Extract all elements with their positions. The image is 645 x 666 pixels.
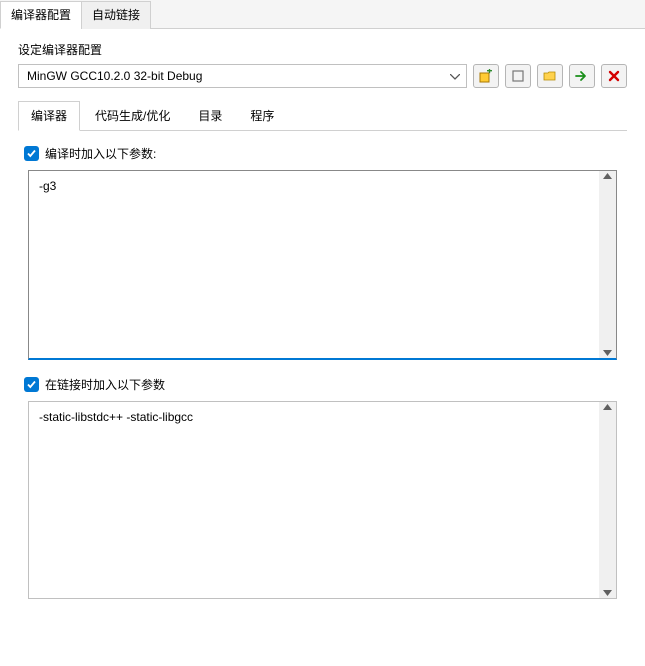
compile-args-textarea[interactable] [29,171,598,358]
inner-tabs: 编译器 代码生成/优化 目录 程序 [18,100,627,131]
link-args-textarea[interactable] [29,402,598,598]
delete-config-button[interactable] [601,64,627,88]
scroll-up-icon [603,173,612,179]
link-args-checkbox[interactable] [24,377,39,392]
tab-program[interactable]: 程序 [237,101,287,131]
compiler-select[interactable]: MinGW GCC10.2.0 32-bit Debug [18,64,467,88]
tab-compiler[interactable]: 编译器 [18,101,80,131]
plus-puzzle-icon [479,69,493,83]
tab-directory[interactable]: 目录 [185,101,235,131]
add-config-button[interactable] [473,64,499,88]
check-icon [26,148,37,159]
compiler-select-value: MinGW GCC10.2.0 32-bit Debug [27,69,202,83]
link-args-label: 在链接时加入以下参数 [45,376,165,393]
set-compiler-config-label: 设定编译器配置 [18,41,627,58]
tab-codegen[interactable]: 代码生成/优化 [82,101,183,131]
tab-auto-link[interactable]: 自动链接 [81,1,151,29]
outer-tabs: 编译器配置 自动链接 [0,0,645,29]
compiler-tab-content: 编译时加入以下参数: 在链接时加入以下参数 [18,131,627,625]
compile-args-checkbox[interactable] [24,146,39,161]
scroll-down-icon [603,590,612,596]
link-args-check-row: 在链接时加入以下参数 [24,376,617,393]
compile-args-textarea-wrap [28,170,617,360]
scroll-down-icon [603,350,612,356]
close-x-icon [607,69,621,83]
check-icon [26,379,37,390]
rename-icon [511,69,525,83]
compile-args-label: 编译时加入以下参数: [45,145,156,162]
scroll-up-icon [603,404,612,410]
scrollbar[interactable] [599,402,616,598]
compile-args-check-row: 编译时加入以下参数: [24,145,617,162]
folder-icon [543,69,557,83]
next-config-button[interactable] [569,64,595,88]
tab-compiler-config[interactable]: 编译器配置 [0,1,82,29]
link-args-textarea-wrap [28,401,617,599]
arrow-right-icon [575,69,589,83]
compiler-config-panel: 设定编译器配置 MinGW GCC10.2.0 32-bit Debug [0,29,645,637]
open-folder-button[interactable] [537,64,563,88]
rename-config-button[interactable] [505,64,531,88]
scrollbar[interactable] [599,171,616,358]
compiler-select-row: MinGW GCC10.2.0 32-bit Debug [18,64,627,88]
chevron-down-icon [450,69,460,83]
